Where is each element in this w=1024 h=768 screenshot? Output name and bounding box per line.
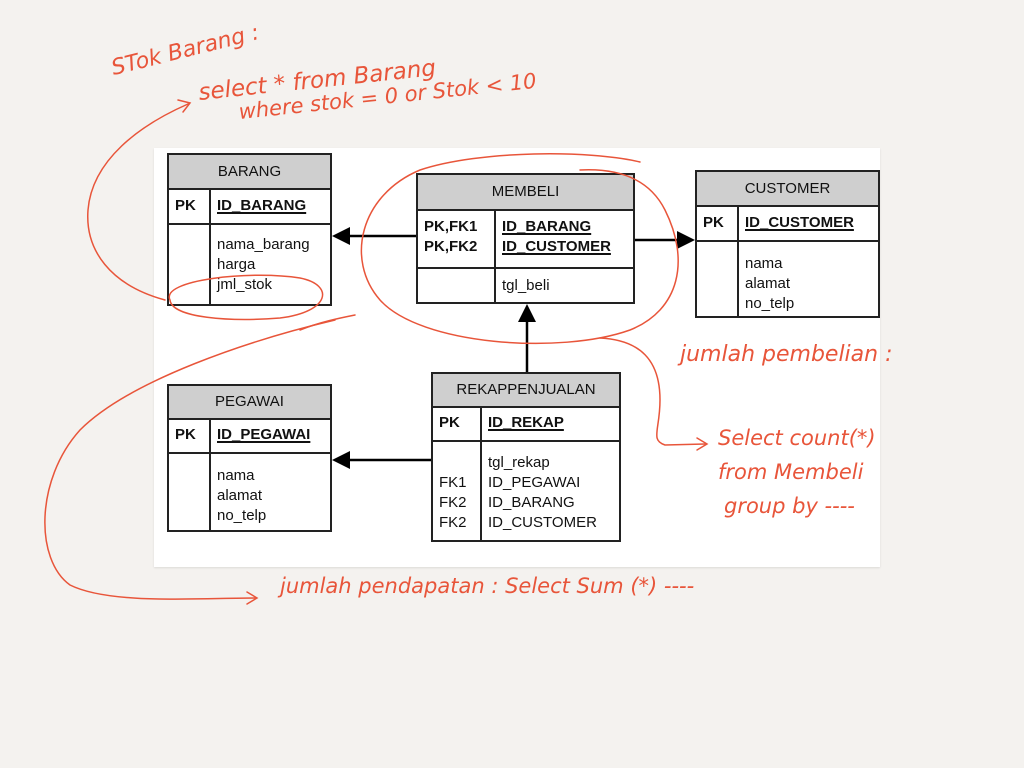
relationship-rekap-membeli	[518, 304, 536, 372]
annotation-pembelian-title: jumlah pembelian :	[680, 342, 893, 367]
arrowhead-icon	[677, 231, 695, 249]
highlight-ellipse-membeli	[360, 153, 679, 345]
annotation-pembelian-line2: from Membeli	[718, 460, 864, 484]
arrowhead-icon	[332, 451, 350, 469]
annotation-pembelian-line3: group by ----	[724, 494, 855, 518]
connectors-and-annotations	[44, 99, 709, 605]
annotation-pendapatan: jumlah pendapatan : Select Sum (*) ----	[280, 574, 695, 598]
relationship-rekap-pegawai	[332, 451, 431, 469]
highlight-ellipse-jml-stok	[168, 274, 324, 321]
relationship-membeli-barang	[332, 227, 416, 245]
arrowhead-icon	[518, 304, 536, 322]
hand-annotations	[44, 99, 709, 605]
annotation-pembelian-line1: Select count(*)	[718, 426, 876, 450]
arrowhead-icon	[332, 227, 350, 245]
annotation-arrow-pendapatan	[44, 319, 336, 600]
annotation-arrow-stok	[87, 103, 189, 301]
relationship-membeli-customer	[635, 231, 695, 249]
